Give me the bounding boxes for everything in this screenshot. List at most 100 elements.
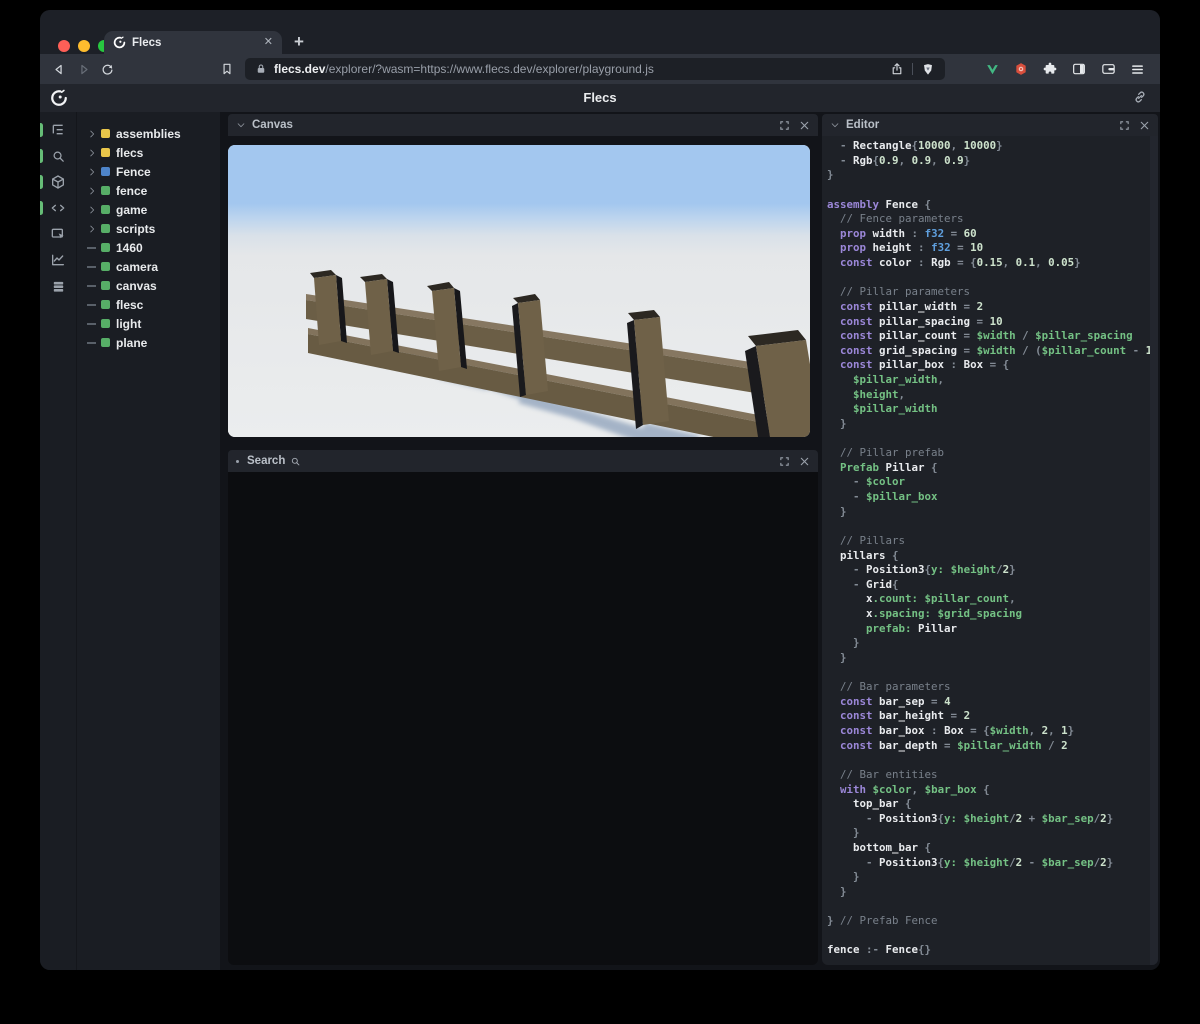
tree-item-Fence[interactable]: Fence — [77, 162, 220, 181]
code-line: top_bar { — [827, 797, 912, 811]
stats-icon — [50, 252, 66, 268]
tree-item-canvas[interactable]: canvas — [77, 276, 220, 295]
tree-item-assemblies[interactable]: assemblies — [77, 124, 220, 143]
tree-item-label: light — [116, 316, 142, 331]
code-line: const pillar_count = $width / $pillar_sp… — [827, 329, 1133, 343]
code-line: - Rgb{0.9, 0.9, 0.9} — [827, 153, 971, 167]
code-line: Prefab Pillar { — [827, 460, 938, 474]
code-line: - Position3{y: $height/2 + $bar_sep/2} — [827, 811, 1114, 825]
chevron-down-icon[interactable] — [830, 120, 840, 130]
tree-item-label: Fence — [116, 164, 151, 179]
tool-stats[interactable] — [40, 247, 76, 273]
fullscreen-icon[interactable] — [779, 120, 790, 131]
tool-outline[interactable] — [40, 117, 76, 143]
active-indicator — [40, 175, 43, 189]
tree-connector — [87, 284, 100, 287]
code-line: bottom_bar { — [827, 841, 932, 854]
expand-chevron-icon[interactable] — [87, 224, 100, 234]
tree-item-flecs[interactable]: flecs — [77, 143, 220, 162]
forward-button[interactable] — [72, 58, 94, 80]
code-line: } — [827, 884, 847, 898]
close-icon[interactable] — [1139, 120, 1150, 131]
collapsed-indicator — [236, 459, 239, 463]
fullscreen-icon[interactable] — [779, 456, 790, 467]
cube-icon — [50, 174, 66, 190]
code-line: const bar_sep = 4 — [827, 694, 951, 708]
canvas-3d-view[interactable] — [228, 145, 810, 437]
tree-item-1460[interactable]: 1460 — [77, 238, 220, 257]
browser-window: Flecs ✕ + flecs.dev/explorer/?wasm=https… — [40, 10, 1160, 970]
expand-chevron-icon[interactable] — [87, 148, 100, 158]
minimize-window-button[interactable] — [78, 40, 90, 52]
tree-item-camera[interactable]: camera — [77, 257, 220, 276]
new-tab-button[interactable]: + — [294, 32, 304, 52]
brave-shield-icon[interactable] — [921, 62, 935, 77]
entity-color-badge — [101, 129, 110, 138]
code-line: const color : Rgb = {0.15, 0.1, 0.05} — [827, 256, 1081, 269]
entity-color-badge — [101, 186, 110, 195]
chevron-down-icon[interactable] — [236, 120, 246, 130]
back-button[interactable] — [48, 58, 70, 80]
code-line: const bar_box : Box = {$width, 2, 1} — [827, 724, 1075, 737]
tree-connector — [87, 303, 100, 306]
tool-archive[interactable] — [40, 273, 76, 299]
tree-item-label: canvas — [116, 278, 157, 293]
close-icon[interactable] — [799, 120, 810, 131]
tool-search[interactable] — [40, 143, 76, 169]
editor-panel-header[interactable]: Editor — [822, 114, 1158, 136]
entity-color-badge — [101, 338, 110, 347]
expand-chevron-icon[interactable] — [87, 167, 100, 177]
tool-cube[interactable] — [40, 169, 76, 195]
link-icon[interactable] — [1132, 89, 1150, 107]
code-line: // Pillar prefab — [827, 446, 945, 460]
code-line: $height, — [827, 387, 906, 401]
tree-item-plane[interactable]: plane — [77, 333, 220, 352]
expand-chevron-icon[interactable] — [87, 205, 100, 215]
search-panel-header[interactable]: Search — [228, 450, 818, 472]
url-bar[interactable]: flecs.dev/explorer/?wasm=https://www.fle… — [245, 58, 945, 80]
tab-close-icon[interactable]: ✕ — [264, 37, 273, 48]
sidebar-icon[interactable] — [1070, 60, 1088, 78]
code-line: } — [827, 870, 860, 884]
code-content: - Rectangle{10000, 10000} - Rgb{0.9, 0.9… — [827, 139, 1158, 958]
expand-chevron-icon[interactable] — [87, 129, 100, 139]
tree-connector — [87, 322, 100, 325]
adblock-icon[interactable] — [1012, 60, 1030, 78]
tree-item-fence[interactable]: fence — [77, 181, 220, 200]
code-line: // Pillar parameters — [827, 285, 971, 299]
fullscreen-icon[interactable] — [1119, 120, 1130, 131]
bookmark-icon[interactable] — [216, 58, 238, 80]
tool-code[interactable] — [40, 195, 76, 221]
code-line: - Position3{y: $height/2} — [827, 563, 1016, 577]
tree-connector — [87, 341, 100, 344]
code-line: } — [827, 826, 860, 840]
search-panel-body[interactable] — [228, 472, 818, 965]
tool-inspector[interactable] — [40, 221, 76, 247]
canvas-panel-header[interactable]: Canvas — [228, 114, 818, 136]
tree-item-light[interactable]: light — [77, 314, 220, 333]
editor-scrollbar[interactable] — [1150, 136, 1158, 965]
menu-icon[interactable] — [1128, 60, 1146, 78]
tree-item-scripts[interactable]: scripts — [77, 219, 220, 238]
share-icon[interactable] — [890, 62, 904, 76]
code-line: } — [827, 504, 847, 518]
code-icon — [50, 200, 66, 216]
tree-item-label: flecs — [116, 145, 144, 160]
inspector-icon — [50, 226, 66, 242]
extensions-icon[interactable] — [1041, 60, 1059, 78]
vue-icon[interactable] — [983, 60, 1001, 78]
wallet-icon[interactable] — [1099, 60, 1117, 78]
browser-tab-flecs[interactable]: Flecs ✕ — [104, 31, 282, 54]
flecs-favicon — [113, 36, 126, 49]
url-path: /explorer/?wasm=https://www.flecs.dev/ex… — [325, 62, 654, 76]
tree-item-game[interactable]: game — [77, 200, 220, 219]
tree-item-flesc[interactable]: flesc — [77, 295, 220, 314]
code-editor[interactable]: - Rectangle{10000, 10000} - Rgb{0.9, 0.9… — [822, 136, 1158, 965]
expand-chevron-icon[interactable] — [87, 186, 100, 196]
reload-button[interactable] — [96, 58, 118, 80]
tree-item-label: assemblies — [116, 126, 181, 141]
close-window-button[interactable] — [58, 40, 70, 52]
close-icon[interactable] — [799, 456, 810, 467]
search-icon — [290, 456, 301, 467]
